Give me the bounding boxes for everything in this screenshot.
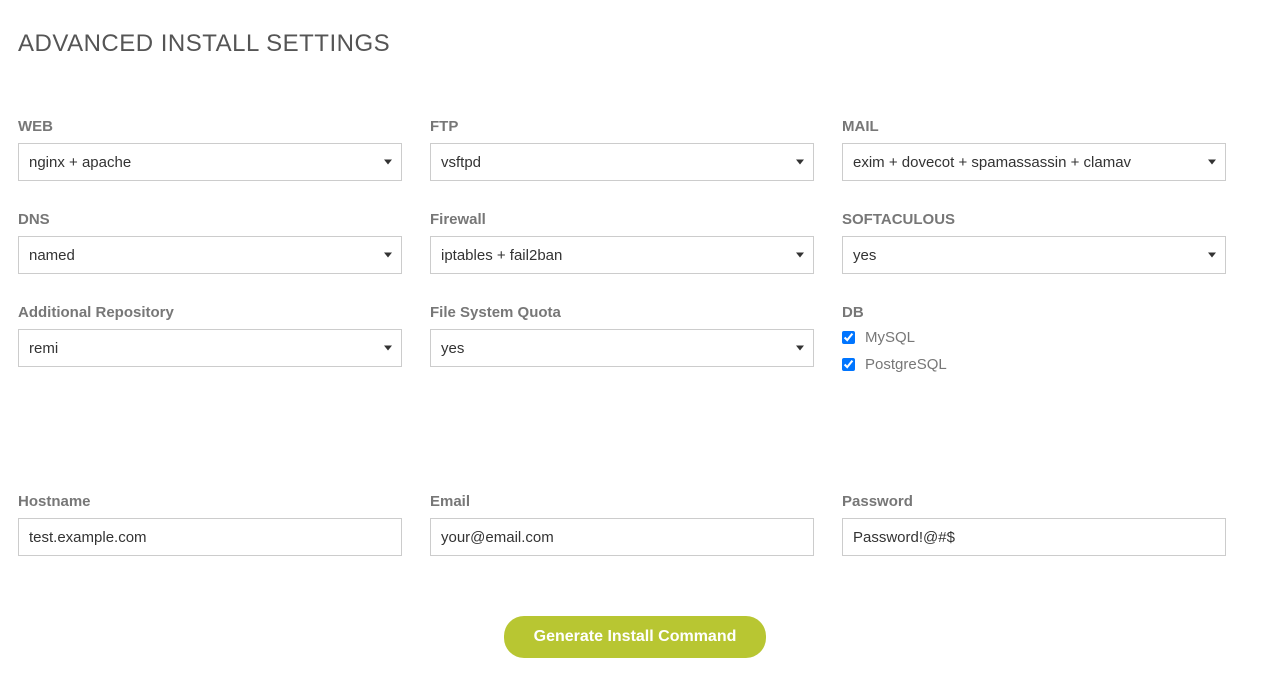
password-label: Password — [842, 493, 1226, 510]
ftp-field: FTP vsftpd — [430, 118, 814, 181]
quota-label: File System Quota — [430, 304, 814, 321]
softaculous-select[interactable]: yes — [842, 236, 1226, 274]
dns-field: DNS named — [18, 211, 402, 274]
quota-field: File System Quota yes — [430, 304, 814, 383]
mail-select[interactable]: exim + dovecot + spamassassin + clamav — [842, 143, 1226, 181]
db-option-postgresql-label: PostgreSQL — [865, 356, 947, 373]
db-option-mysql[interactable]: MySQL — [842, 329, 1226, 346]
dns-label: DNS — [18, 211, 402, 228]
password-input[interactable] — [842, 518, 1226, 556]
softaculous-label: SOFTACULOUS — [842, 211, 1226, 228]
db-option-mysql-label: MySQL — [865, 329, 915, 346]
firewall-select[interactable]: iptables + fail2ban — [430, 236, 814, 274]
web-field: WEB nginx + apache — [18, 118, 402, 181]
db-label: DB — [842, 304, 1226, 321]
page-title: ADVANCED INSTALL SETTINGS — [18, 30, 1252, 58]
firewall-label: Firewall — [430, 211, 814, 228]
web-label: WEB — [18, 118, 402, 135]
hostname-field: Hostname — [18, 493, 402, 556]
softaculous-field: SOFTACULOUS yes — [842, 211, 1226, 274]
repo-select[interactable]: remi — [18, 329, 402, 367]
hostname-input[interactable] — [18, 518, 402, 556]
settings-grid: WEB nginx + apache FTP vsftpd MAIL exim … — [18, 118, 1252, 383]
credentials-grid: Hostname Email Password — [18, 493, 1252, 556]
db-option-postgresql[interactable]: PostgreSQL — [842, 356, 1226, 373]
email-label: Email — [430, 493, 814, 510]
firewall-field: Firewall iptables + fail2ban — [430, 211, 814, 274]
repo-label: Additional Repository — [18, 304, 402, 321]
ftp-select[interactable]: vsftpd — [430, 143, 814, 181]
quota-select[interactable]: yes — [430, 329, 814, 367]
hostname-label: Hostname — [18, 493, 402, 510]
repo-field: Additional Repository remi — [18, 304, 402, 383]
db-checkbox-postgresql[interactable] — [842, 358, 855, 371]
button-row: Generate Install Command — [18, 616, 1252, 658]
ftp-label: FTP — [430, 118, 814, 135]
mail-field: MAIL exim + dovecot + spamassassin + cla… — [842, 118, 1226, 181]
password-field: Password — [842, 493, 1226, 556]
dns-select[interactable]: named — [18, 236, 402, 274]
mail-label: MAIL — [842, 118, 1226, 135]
email-input[interactable] — [430, 518, 814, 556]
db-checkbox-mysql[interactable] — [842, 331, 855, 344]
generate-button[interactable]: Generate Install Command — [504, 616, 767, 658]
email-field: Email — [430, 493, 814, 556]
db-field: DB MySQL PostgreSQL — [842, 304, 1226, 383]
web-select[interactable]: nginx + apache — [18, 143, 402, 181]
